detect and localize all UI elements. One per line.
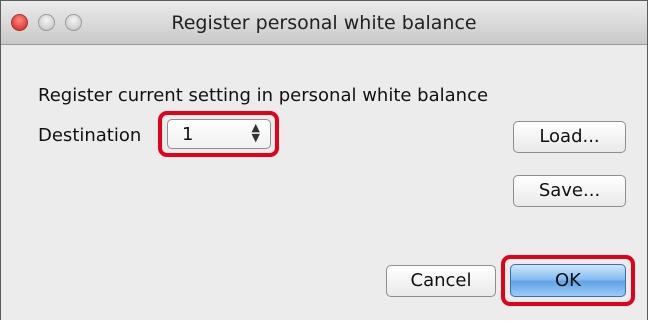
destination-select[interactable]: 1 ▲ ▼ (167, 119, 271, 149)
ok-button[interactable]: OK (510, 264, 626, 297)
title-bar[interactable]: Register personal white balance (1, 1, 647, 45)
load-button[interactable]: Load... (513, 121, 626, 153)
cancel-button[interactable]: Cancel (386, 265, 496, 297)
destination-label: Destination (38, 125, 142, 146)
dialog-window: Register personal white balance Register… (0, 0, 648, 320)
window-title: Register personal white balance (171, 12, 477, 34)
save-button[interactable]: Save... (513, 175, 626, 207)
up-down-chevron-icon: ▲ ▼ (251, 121, 260, 144)
prompt-text: Register current setting in personal whi… (38, 85, 489, 106)
destination-value: 1 (182, 124, 194, 145)
